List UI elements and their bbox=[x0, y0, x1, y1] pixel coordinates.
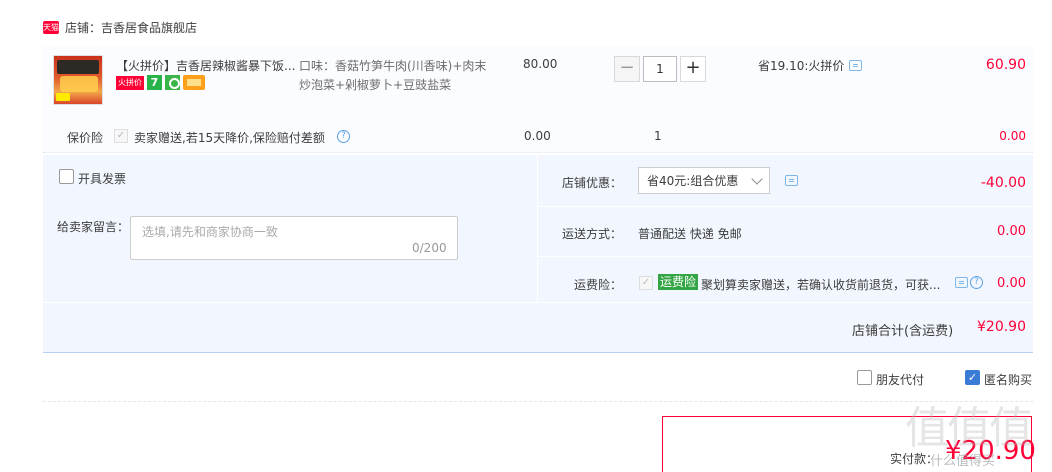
credit-card-icon bbox=[183, 75, 205, 90]
quantity-input[interactable]: 1 bbox=[643, 56, 677, 82]
item-discount-text: 省19.10:火拼价 bbox=[758, 59, 845, 73]
service-icon bbox=[165, 75, 180, 90]
shop-total-amount: ¥20.90 bbox=[977, 319, 1026, 335]
quantity-stepper: − 1 + bbox=[614, 56, 706, 82]
divider bbox=[537, 155, 538, 302]
freight-insurance-label: 运费险： bbox=[574, 278, 623, 292]
unit-price: 80.00 bbox=[523, 57, 558, 71]
insurance-quantity: 1 bbox=[654, 129, 662, 143]
chat-icon[interactable] bbox=[785, 175, 798, 186]
freight-insurance-amount: 0.00 bbox=[997, 276, 1026, 291]
anonymous-checkbox[interactable]: ✓ bbox=[965, 370, 980, 385]
shop-name[interactable]: 店铺：吉香居食品旗舰店 bbox=[65, 19, 197, 36]
product-attributes: 口味：香菇竹笋牛肉(川香味)+肉末炒泡菜+剁椒萝卜+豆豉盐菜 bbox=[299, 59, 487, 92]
tmall-icon: 天猫 bbox=[43, 20, 59, 34]
friend-pay-label[interactable]: 朋友代付 bbox=[876, 371, 924, 388]
product-thumbnail[interactable] bbox=[53, 55, 103, 105]
insurance-price: 0.00 bbox=[524, 129, 551, 143]
item-discount: 省19.10:火拼价 bbox=[758, 57, 863, 74]
message-placeholder: 选填,请先和商家协商一致 bbox=[142, 225, 278, 239]
divider bbox=[43, 401, 1033, 402]
chat-icon[interactable] bbox=[955, 277, 968, 288]
insurance-description: 卖家赠送,若15天降价,保险赔付差额 bbox=[134, 131, 325, 145]
help-icon[interactable]: ? bbox=[970, 276, 983, 289]
shop-discount-label: 店铺优惠： bbox=[562, 176, 623, 190]
chat-icon[interactable] bbox=[849, 60, 863, 71]
anonymous-label[interactable]: 匿名购买 bbox=[984, 371, 1032, 388]
shop-discount-amount: -40.00 bbox=[980, 175, 1026, 191]
product-title[interactable]: 【火拼价】吉香居辣椒酱暴下饭... bbox=[116, 57, 296, 74]
promo-badge-icon: 火拼价 bbox=[116, 75, 144, 90]
friend-pay-checkbox[interactable] bbox=[857, 370, 872, 385]
shop-discount-select[interactable]: 省40元:组合优惠 bbox=[638, 167, 770, 194]
watermark-logo: 值值值 bbox=[905, 403, 1033, 454]
product-badges: 火拼价 7 bbox=[116, 75, 205, 90]
shipping-amount: 0.00 bbox=[997, 224, 1026, 239]
divider bbox=[43, 302, 1033, 303]
shipping-method: 普通配送 快递 免邮 bbox=[638, 227, 742, 241]
freight-insurance-description: 聚划算卖家赠送，若确认收货前退货，可获... bbox=[701, 278, 941, 292]
item-subtotal: 60.90 bbox=[985, 57, 1026, 73]
insurance-total: 0.00 bbox=[999, 129, 1026, 143]
freight-insurance-checkbox[interactable]: ✓ bbox=[639, 276, 653, 290]
insurance-label: 保价险 bbox=[67, 131, 104, 145]
invoice-label[interactable]: 开具发票 bbox=[78, 170, 126, 187]
freight-insurance-badge: 运费险 bbox=[658, 274, 699, 290]
shop-discount-value: 省40元:组合优惠 bbox=[647, 174, 739, 188]
decrease-button[interactable]: − bbox=[614, 56, 640, 82]
message-char-count: 0/200 bbox=[412, 241, 447, 255]
chevron-down-icon bbox=[751, 173, 763, 185]
freight-insurance-icons: ? bbox=[955, 276, 983, 289]
divider bbox=[538, 206, 1033, 207]
message-label: 给卖家留言： bbox=[57, 220, 130, 234]
shipping-label: 运送方式： bbox=[562, 227, 623, 241]
shop-header: 天猫 店铺：吉香居食品旗舰店 bbox=[43, 17, 197, 37]
divider bbox=[538, 256, 1033, 257]
seven-day-return-icon: 7 bbox=[147, 75, 162, 90]
watermark-text: 什么值得买 bbox=[930, 454, 996, 469]
help-icon[interactable]: ? bbox=[337, 130, 350, 143]
shop-total-label: 店铺合计(含运费) bbox=[852, 324, 954, 339]
insurance-checkbox[interactable]: ✓ bbox=[114, 129, 128, 143]
increase-button[interactable]: + bbox=[680, 56, 706, 82]
invoice-checkbox[interactable] bbox=[59, 169, 74, 184]
